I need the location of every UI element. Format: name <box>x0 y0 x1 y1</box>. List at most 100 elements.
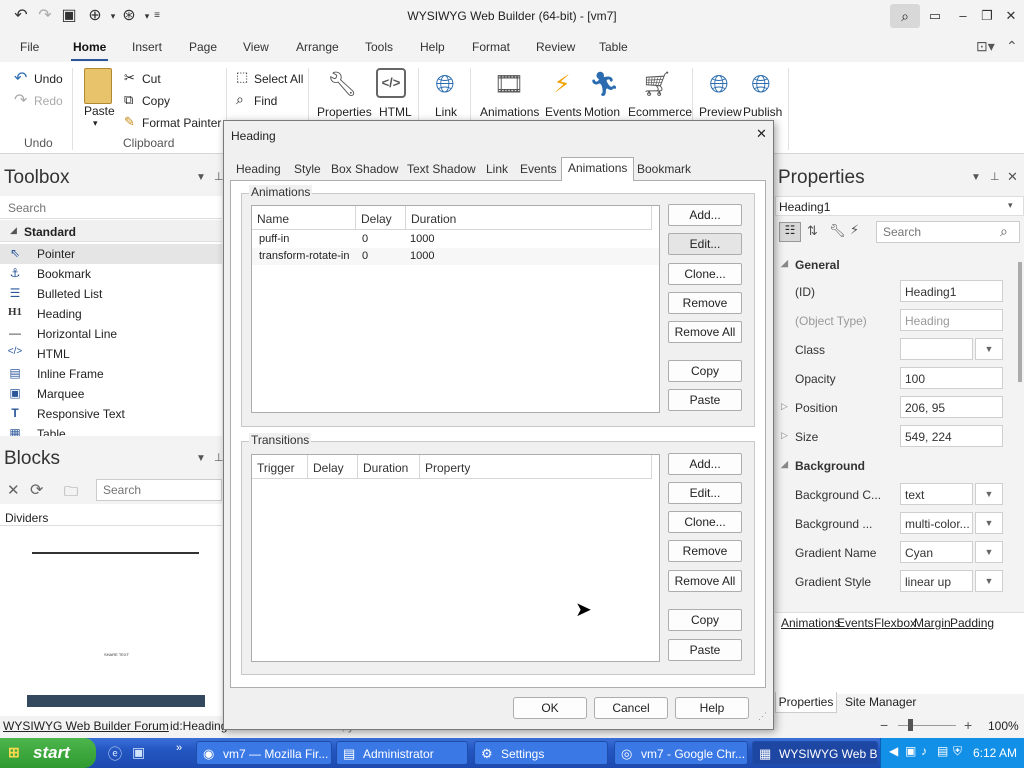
toolbox-item-horizontal-line[interactable]: — Horizontal Line <box>0 324 222 344</box>
options-icon[interactable]: ⊡▾ <box>976 38 995 55</box>
publish-button[interactable]: Publish <box>743 105 782 119</box>
tab-bookmark[interactable]: Bookmark <box>631 159 697 180</box>
refresh-icon[interactable]: ⟳ <box>30 480 43 500</box>
select-all-button[interactable]: Select All <box>254 72 303 86</box>
folder-icon[interactable]: 🗀︎ <box>64 481 78 505</box>
tab-style[interactable]: Style <box>288 159 327 180</box>
wrench-icon[interactable]: 🔧︎ <box>325 68 359 102</box>
tab-site-manager[interactable]: Site Manager <box>845 695 916 709</box>
chevron-down-icon[interactable]: ▼ <box>975 338 1003 360</box>
ribbon-display-icon[interactable]: ▭ <box>920 4 950 28</box>
menu-file[interactable]: File <box>20 40 39 54</box>
toolbox-item-bulleted-list[interactable]: ☰ Bulleted List <box>0 284 222 304</box>
opacity-field[interactable]: 100 <box>900 367 1003 389</box>
menu-format[interactable]: Format <box>472 40 510 54</box>
background-color-field[interactable]: text <box>900 483 973 505</box>
search-icon[interactable]: ⌕ <box>890 4 920 28</box>
toolbox-item-heading[interactable]: H1 Heading <box>0 304 222 324</box>
find-button[interactable]: Find <box>254 94 277 108</box>
close-icon[interactable]: ✕ <box>1007 169 1018 185</box>
expand-icon[interactable]: ▷ <box>781 430 788 441</box>
zoom-slider[interactable] <box>898 725 956 726</box>
menu-view[interactable]: View <box>243 40 269 54</box>
tab-properties[interactable]: Properties <box>775 692 837 713</box>
anim-remove-button[interactable]: Remove <box>668 292 742 314</box>
resize-grip-icon[interactable]: ⋰ <box>758 711 767 722</box>
cart-icon[interactable]: 🛒︎ <box>640 68 674 102</box>
lightning-icon[interactable]: ⚡︎ <box>850 222 859 238</box>
blocks-category[interactable]: Dividers <box>0 506 222 526</box>
menu-insert[interactable]: Insert <box>132 40 162 54</box>
trans-clone-button[interactable]: Clone... <box>668 511 742 533</box>
network-icon[interactable]: ▣ <box>905 744 916 758</box>
size-field[interactable]: 549, 224 <box>900 425 1003 447</box>
forum-link[interactable]: WYSIWYG Web Builder Forum <box>3 719 169 733</box>
tab-events[interactable]: Events <box>514 159 563 180</box>
toolbox-item-pointer[interactable]: ⇖ Pointer <box>0 244 222 264</box>
more-icon[interactable]: » <box>176 742 182 754</box>
html-button[interactable]: HTML <box>379 105 412 119</box>
chevron-down-icon[interactable]: ▼ <box>975 512 1003 534</box>
section-background[interactable]: ◢ Background <box>779 451 1024 480</box>
chevron-down-icon[interactable]: ▼ <box>196 172 206 183</box>
film-icon[interactable]: 🎞︎ <box>492 68 526 102</box>
paste-icon[interactable] <box>84 68 112 104</box>
tab-heading[interactable]: Heading <box>230 159 287 180</box>
search-icon[interactable]: ⌕ <box>1000 223 1008 240</box>
object-selector[interactable]: Heading1 ▾ <box>775 196 1024 216</box>
zoom-in-icon[interactable]: + <box>964 717 972 733</box>
anim-edit-button[interactable]: Edit... <box>668 233 742 255</box>
gradient-name-field[interactable]: Cyan <box>900 541 973 563</box>
col-delay[interactable]: Delay <box>308 455 358 479</box>
toolbox-item-table[interactable]: ▦ Table <box>0 424 222 436</box>
menu-page[interactable]: Page <box>189 40 217 54</box>
background-image-field[interactable]: multi-color... <box>900 512 973 534</box>
undo-button[interactable]: Undo <box>34 72 63 86</box>
id-field[interactable]: Heading1 <box>900 280 1003 302</box>
ie-icon[interactable]: ⓔ <box>108 744 122 764</box>
chevron-down-icon[interactable]: ▼ <box>975 541 1003 563</box>
chevron-down-icon[interactable]: ▼ <box>196 453 206 464</box>
lightning-icon[interactable]: ⚡︎ <box>545 68 579 102</box>
chevron-down-icon[interactable]: ▾ <box>93 118 98 129</box>
col-property[interactable]: Property <box>420 455 652 479</box>
menu-arrange[interactable]: Arrange <box>296 40 339 54</box>
trans-add-button[interactable]: Add... <box>668 453 742 475</box>
task-chrome[interactable]: ◎ vm7 - Google Chr... <box>614 741 748 765</box>
preview-button[interactable]: Preview <box>699 105 742 119</box>
task-firefox[interactable]: ◉ vm7 — Mozilla Fir... <box>196 741 332 765</box>
anim-copy-button[interactable]: Copy <box>668 360 742 382</box>
link-globe-icon[interactable]: 🌐︎ <box>428 68 462 102</box>
properties-search-input[interactable] <box>876 221 1020 243</box>
pin-icon[interactable]: ⊥ <box>990 170 1000 183</box>
trans-remove-all-button[interactable]: Remove All <box>668 570 742 592</box>
back-arrow-icon[interactable]: ◀ <box>889 744 898 758</box>
table-row[interactable]: puff-in 0 1000 <box>252 231 659 248</box>
desktop-icon[interactable]: ▣ <box>132 744 145 761</box>
link-padding[interactable]: Padding <box>950 616 994 630</box>
paste-button[interactable]: Paste <box>84 104 115 118</box>
ecommerce-button[interactable]: Ecommerce <box>628 105 692 119</box>
col-trigger[interactable]: Trigger <box>252 455 308 479</box>
blocks-search-input[interactable] <box>96 479 222 501</box>
task-settings[interactable]: ⚙︎ Settings <box>474 741 608 765</box>
tab-text-shadow[interactable]: Text Shadow <box>401 159 482 180</box>
copy-button[interactable]: Copy <box>142 94 170 108</box>
toolbox-item-bookmark[interactable]: ⚓︎ Bookmark <box>0 264 222 284</box>
gradient-style-field[interactable]: linear up <box>900 570 973 592</box>
tab-box-shadow[interactable]: Box Shadow <box>325 159 404 180</box>
chevron-down-icon[interactable]: ▼ <box>971 172 981 183</box>
ok-button[interactable]: OK <box>513 697 587 719</box>
chevron-down-icon[interactable]: ▼ <box>975 570 1003 592</box>
transitions-list[interactable]: Trigger Delay Duration Property <box>251 454 660 662</box>
help-button[interactable]: Help <box>675 697 749 719</box>
wrench-icon[interactable]: 🔧︎ <box>829 223 846 239</box>
close-icon[interactable]: ✕ <box>756 126 767 142</box>
block-preview-footer[interactable] <box>27 695 205 707</box>
trans-paste-button[interactable]: Paste <box>668 639 742 661</box>
trans-copy-button[interactable]: Copy <box>668 609 742 631</box>
cancel-button[interactable]: Cancel <box>594 697 668 719</box>
preview-globe-icon[interactable]: 🌐︎ <box>702 68 736 102</box>
anim-paste-button[interactable]: Paste <box>668 389 742 411</box>
expand-icon[interactable]: ▷ <box>781 401 788 412</box>
